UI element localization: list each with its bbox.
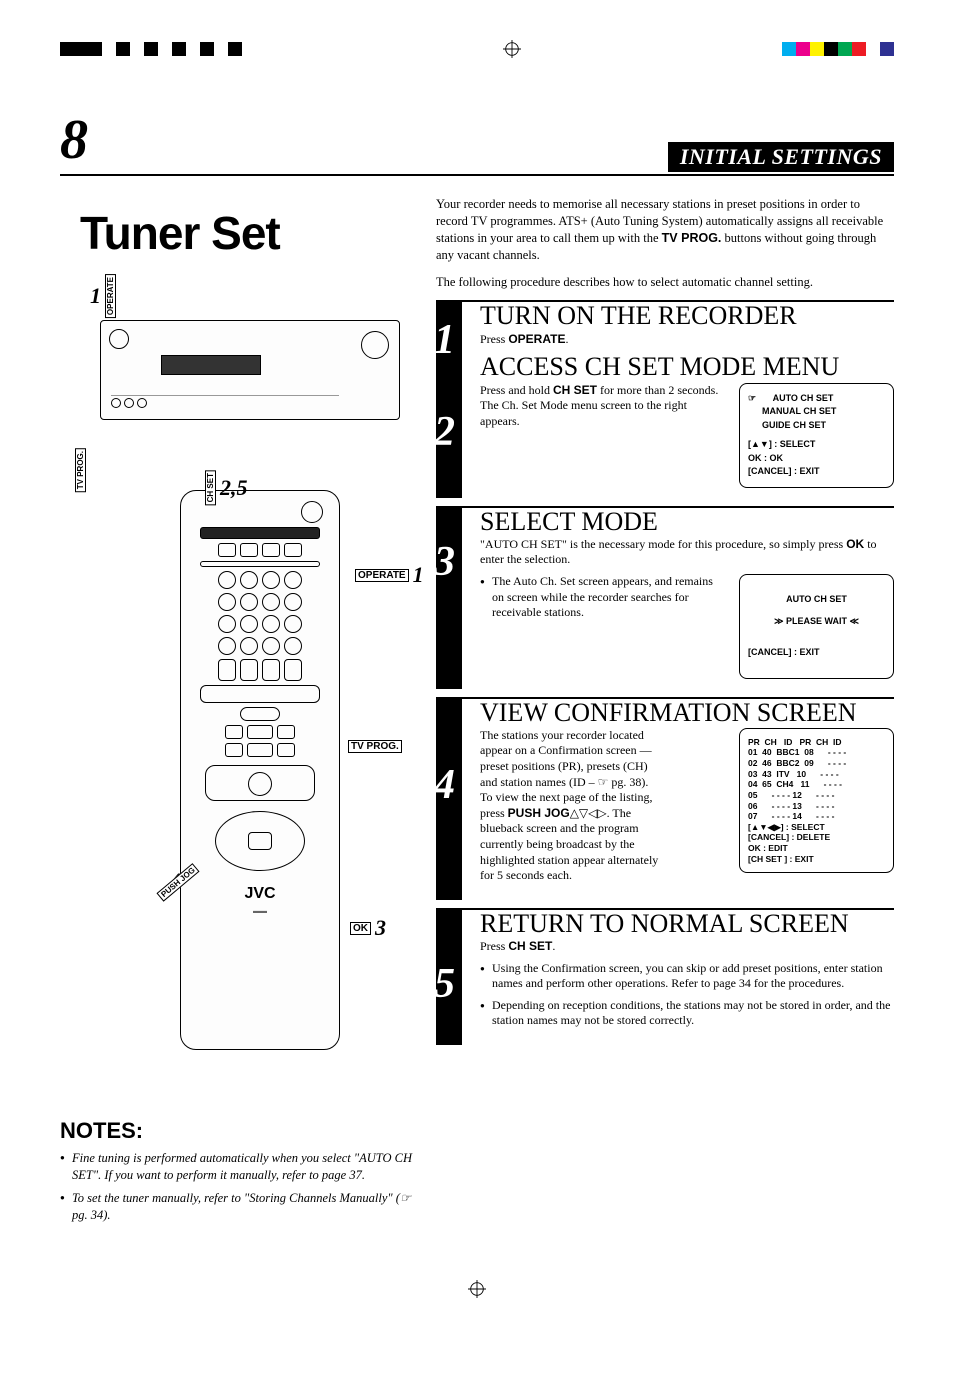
step-title: SELECT MODE (480, 508, 894, 535)
confirmation-screen: PR CH ID PR CH ID 01 40 BBC1 08 - - - - … (739, 728, 894, 874)
step-title: TURN ON THE RECORDER (480, 302, 894, 329)
step-number: 2 (434, 408, 455, 456)
tvprog-label-2: TV PROG. (348, 740, 402, 753)
diagram-area: 1OPERATE TV PROG. CH SET2,5 OPERATE1 TV … (60, 280, 420, 1050)
registration-mark-icon (503, 40, 521, 58)
print-marks-top (60, 40, 894, 58)
step-text: "AUTO CH SET" is the necessary mode for … (480, 537, 894, 568)
step-number: 4 (434, 761, 455, 809)
operate-label-2: OPERATE (355, 569, 409, 582)
note-item: To set the tuner manually, refer to "Sto… (60, 1190, 420, 1224)
auto-ch-screen: AUTO CH SET ≫ PLEASE WAIT ≪ [CANCEL] : E… (739, 574, 894, 679)
color-bars-right (782, 42, 894, 56)
ok-label: OK (350, 922, 371, 935)
step-4: 4 VIEW CONFIRMATION SCREEN The stations … (436, 697, 894, 900)
step-text: The stations your recorder located appea… (480, 728, 660, 884)
step-bullet-list: The Auto Ch. Set screen appears, and rem… (480, 574, 727, 627)
operate-label: OPERATE (105, 274, 116, 318)
main-title: Tuner Set (80, 206, 420, 260)
intro-paragraph-1: Your recorder needs to memorise all nece… (436, 196, 894, 264)
remote-diagram: JVC ▬▬ (180, 490, 340, 1050)
step-title: RETURN TO NORMAL SCREEN (480, 910, 894, 937)
step-title: ACCESS CH SET MODE MENU (480, 353, 894, 380)
page-header: 8 INITIAL SETTINGS (60, 108, 894, 176)
step-text: Press and hold CH SET for more than 2 se… (480, 383, 727, 430)
tvprog-label: TV PROG. (75, 448, 86, 492)
step-5: 5 RETURN TO NORMAL SCREEN Press CH SET. … (436, 908, 894, 1045)
step-text: Press CH SET. (480, 939, 894, 955)
step-number: 5 (434, 960, 455, 1008)
notes-list: Fine tuning is performed automatically w… (60, 1150, 420, 1224)
step-bullet-list: Using the Confirmation screen, you can s… (480, 961, 894, 1029)
step-1: 1 2 TURN ON THE RECORDER Press OPERATE. … (436, 300, 894, 497)
intro-paragraph-2: The following procedure describes how to… (436, 274, 894, 291)
page-number: 8 (60, 108, 88, 172)
brand-logo: JVC (244, 885, 275, 903)
note-item: Fine tuning is performed automatically w… (60, 1150, 420, 1184)
registration-mark-icon (468, 1280, 486, 1298)
print-marks-bottom (60, 1280, 894, 1298)
step-number: 3 (434, 538, 455, 586)
chset-label: CH SET (205, 470, 216, 505)
step-3: 3 SELECT MODE "AUTO CH SET" is the neces… (436, 506, 894, 689)
notes-heading: NOTES: (60, 1118, 420, 1144)
color-bars-left (60, 42, 242, 56)
step-number: 1 (434, 316, 455, 364)
menu-screen: ☞ AUTO CH SET MANUAL CH SET GUIDE CH SET… (739, 383, 894, 488)
vcr-diagram (100, 320, 400, 420)
section-banner: INITIAL SETTINGS (668, 142, 894, 172)
step-title: VIEW CONFIRMATION SCREEN (480, 699, 894, 726)
step-text: Press OPERATE. (480, 332, 894, 348)
